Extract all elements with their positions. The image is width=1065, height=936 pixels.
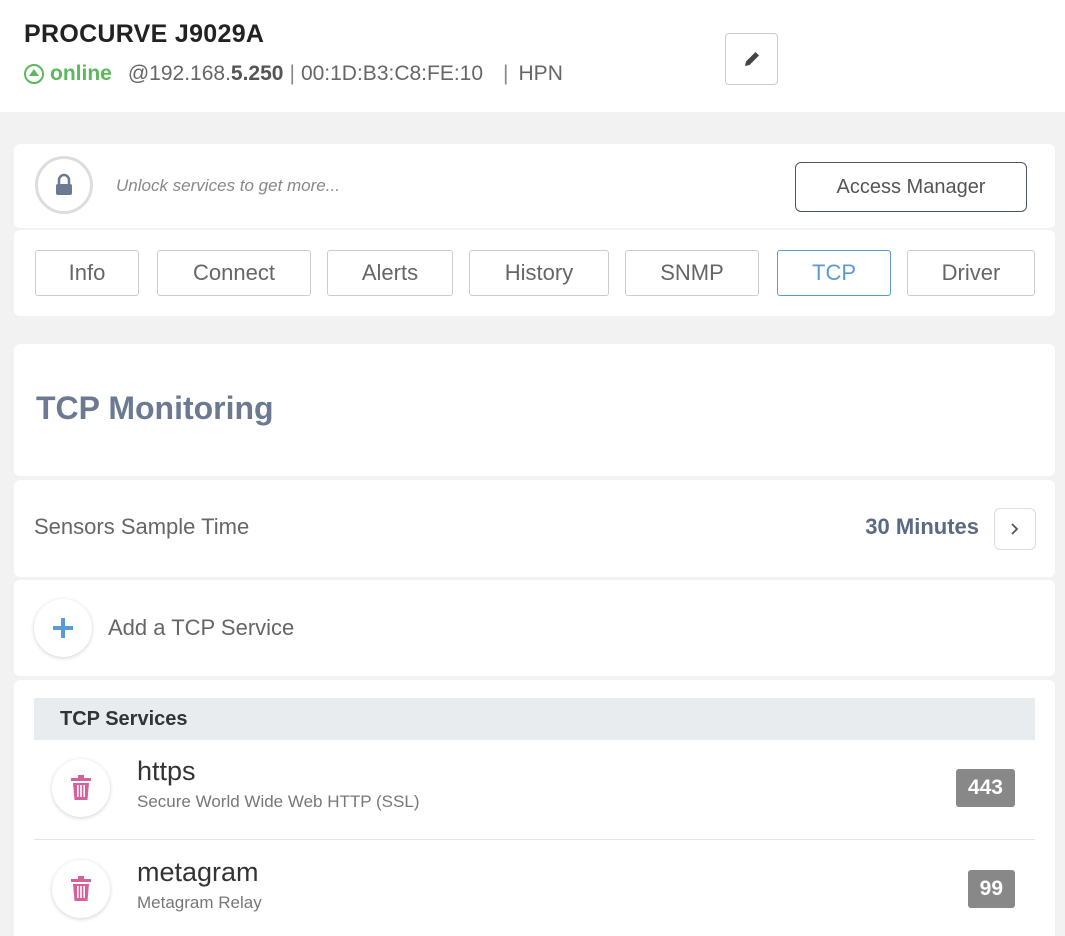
tab-history[interactable]: History [469,250,609,296]
tab-driver[interactable]: Driver [907,250,1035,296]
tab-connect[interactable]: Connect [157,250,311,296]
page-title: TCP Monitoring [36,390,274,426]
tab-tcp[interactable]: TCP [777,250,891,296]
tab-snmp[interactable]: SNMP [625,250,759,296]
service-name: metagram [137,857,259,887]
sample-time-label: Sensors Sample Time [34,514,250,539]
port-badge: 443 [955,769,1015,807]
separator: | [503,62,509,85]
add-tcp-service-label: Add a TCP Service [108,615,295,640]
device-name: PROCURVE J9029A [24,20,265,48]
tab-bar: Info Connect Alerts History SNMP TCP Dri… [14,230,1055,316]
trash-icon [71,775,91,800]
device-mac: 00:1D:B3:C8:FE:10 [300,62,484,85]
services-header-text: TCP Services [60,708,188,730]
chevron-right-icon [1011,523,1019,535]
title-card: TCP Monitoring [14,344,1055,476]
access-manager-button[interactable]: Access Manager [795,162,1027,212]
device-status-line: online @192.168.5.250 | 00:1D:B3:C8:FE:1… [24,62,563,86]
online-status-text: online [50,62,112,85]
tab-info[interactable]: Info [35,250,139,296]
delete-service-button[interactable] [52,860,110,918]
unlock-banner: Unlock services to get more... Access Ma… [14,144,1055,228]
tab-alerts[interactable]: Alerts [327,250,453,296]
port-badge: 99 [967,870,1015,908]
sample-time-row[interactable]: Sensors Sample Time 30 Minutes [14,480,1055,577]
device-vendor: HPN [518,62,563,85]
plus-icon [53,618,73,638]
separator: | [289,62,295,85]
sample-time-value: 30 Minutes [865,514,979,539]
add-tcp-service-button[interactable] [34,599,92,657]
tcp-services-list: TCP Services https Secure World Wide Web… [14,680,1055,936]
service-description: Secure World Wide Web HTTP (SSL) [137,792,420,811]
service-name: https [137,756,196,786]
online-status-icon [24,64,44,84]
edit-device-button[interactable] [725,33,778,85]
list-item: https Secure World Wide Web HTTP (SSL) 4… [34,740,1035,840]
lock-icon [56,173,72,195]
trash-icon [71,876,91,901]
service-description: Metagram Relay [137,893,262,912]
list-item: metagram Metagram Relay 99 [34,841,1035,936]
add-tcp-service-row[interactable]: Add a TCP Service [14,580,1055,676]
delete-service-button[interactable] [52,759,110,817]
sample-time-chevron-button[interactable] [994,508,1036,550]
services-header: TCP Services [34,698,1035,740]
device-header: PROCURVE J9029A online @192.168.5.250 | … [0,0,1065,112]
lock-icon-circle [35,156,93,214]
pencil-icon [744,52,759,66]
unlock-text: Unlock services to get more... [116,176,340,195]
device-ip: @192.168.5.250 [127,62,284,85]
